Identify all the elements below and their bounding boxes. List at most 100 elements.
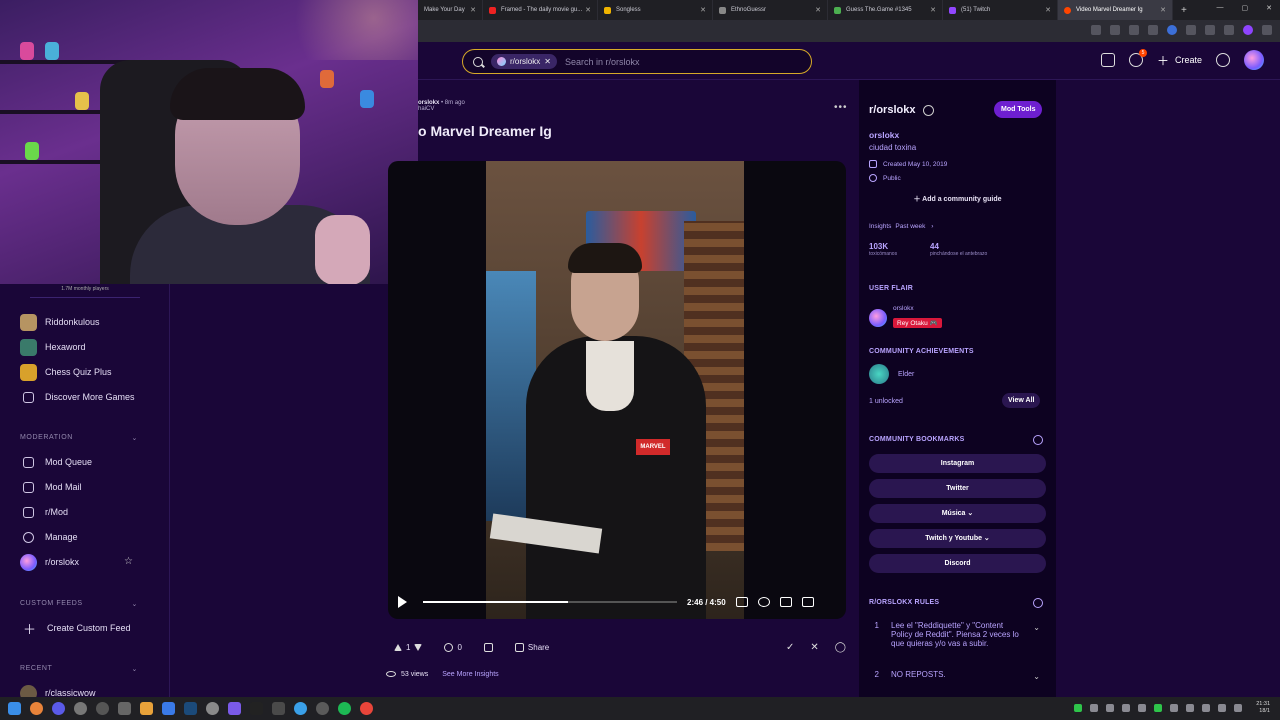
puzzle-icon[interactable]: [1186, 25, 1196, 35]
favorite-star-icon[interactable]: ☆: [124, 556, 133, 567]
tray-icon[interactable]: [1202, 704, 1211, 712]
maximize-button[interactable]: ▢: [1242, 4, 1249, 12]
tray-icon[interactable]: [1074, 704, 1083, 712]
app-icon[interactable]: [294, 702, 307, 715]
fullscreen-icon[interactable]: [779, 597, 792, 607]
spotify-icon[interactable]: [338, 702, 351, 715]
create-button[interactable]: ＋ Create: [1157, 52, 1202, 69]
wifi-icon[interactable]: [1218, 704, 1227, 712]
system-clock[interactable]: 21:31 18/1: [1256, 701, 1270, 715]
rule-item[interactable]: 1 Lee el "Reddiquette" y "Content Policy…: [869, 621, 1046, 648]
comments-button[interactable]: 0: [438, 639, 467, 656]
tab-make-your-day[interactable]: Make Your Day ✕: [418, 0, 483, 20]
bookmark-musica[interactable]: Música ⌄: [869, 504, 1046, 523]
new-tab-button[interactable]: +: [1181, 5, 1187, 16]
zoom-icon[interactable]: [1110, 25, 1120, 35]
chrome-icon[interactable]: [360, 702, 373, 715]
tab-reddit-video[interactable]: Video Marvel Dreamer Ig ✕: [1058, 0, 1173, 20]
advertise-icon[interactable]: [1100, 53, 1115, 67]
app-icon[interactable]: [272, 702, 285, 715]
chat-icon[interactable]: 5: [1128, 49, 1147, 67]
community-name[interactable]: r/orslokx: [869, 104, 915, 116]
app-icon[interactable]: [96, 702, 109, 715]
see-more-insights-link[interactable]: See More Insights: [442, 671, 498, 678]
sidebar-item-chess-quiz-plus[interactable]: Chess Quiz Plus: [20, 362, 112, 382]
remove-x-icon[interactable]: ✕: [810, 642, 818, 653]
tab-songless[interactable]: Songless ✕: [598, 0, 713, 20]
captions-icon[interactable]: [735, 597, 748, 607]
sidebar-item-hexaword[interactable]: Hexaword: [20, 337, 86, 357]
approve-check-icon[interactable]: ✓: [786, 642, 794, 653]
subreddit-chip[interactable]: r/orslokx ✕: [491, 54, 557, 69]
tray-icon[interactable]: [1106, 704, 1115, 712]
user-avatar[interactable]: [1244, 50, 1264, 70]
rule-item[interactable]: 2 NO REPOSTS. ⌄: [869, 670, 1046, 681]
tray-icon[interactable]: [1154, 704, 1163, 712]
more-options-icon[interactable]: •••: [834, 102, 848, 113]
close-window-button[interactable]: ✕: [1266, 4, 1272, 12]
clear-chip-icon[interactable]: ✕: [544, 57, 551, 66]
community-settings-icon[interactable]: [923, 104, 935, 116]
menu-icon[interactable]: [1262, 25, 1272, 35]
view-all-button[interactable]: View All: [1002, 393, 1041, 408]
search-input[interactable]: Search in r/orslokx: [565, 57, 640, 67]
user-flair[interactable]: orslokx Rey Otaku 🎮: [869, 305, 942, 330]
app-icon[interactable]: [118, 702, 131, 715]
minimize-button[interactable]: —: [1217, 4, 1224, 12]
volume-icon[interactable]: [801, 597, 814, 607]
moderation-section-header[interactable]: MODERATION ⌄: [20, 434, 138, 442]
tray-icon[interactable]: [1122, 704, 1131, 712]
sidebar-icon[interactable]: [1205, 25, 1215, 35]
upvote-icon[interactable]: [394, 643, 402, 651]
bookmark-star-icon[interactable]: [1129, 25, 1139, 35]
create-custom-feed-button[interactable]: ＋ Create Custom Feed: [20, 618, 131, 638]
insights-header[interactable]: Insights Past week ›: [869, 223, 933, 230]
sidebar-item-riddonkulous[interactable]: Riddonkulous: [20, 312, 100, 332]
add-community-guide-button[interactable]: ＋ Add a community guide: [869, 194, 1046, 204]
tab-twitch[interactable]: (51) Twitch ✕: [943, 0, 1058, 20]
extension-blue-icon[interactable]: [1167, 25, 1177, 35]
award-button[interactable]: [478, 639, 499, 656]
extension-icon[interactable]: [1148, 25, 1158, 35]
tiktok-icon[interactable]: [250, 702, 263, 715]
app-icon[interactable]: [52, 702, 65, 715]
discord-icon[interactable]: [228, 702, 241, 715]
recent-section-header[interactable]: RECENT ⌄: [20, 665, 138, 673]
windows-start-icon[interactable]: [8, 702, 21, 715]
shield-icon[interactable]: ◯: [835, 642, 846, 653]
tab-framed[interactable]: Framed - The daily movie gu... ✕: [483, 0, 598, 20]
sidebar-item-r-orslokx[interactable]: r/orslokx: [20, 552, 79, 572]
mod-tools-button[interactable]: Mod Tools: [994, 101, 1043, 118]
app-icon[interactable]: [206, 702, 219, 715]
sidebar-item-discover-games[interactable]: Discover More Games: [20, 387, 135, 407]
bookmark-twitch-youtube[interactable]: Twitch y Youtube ⌄: [869, 529, 1046, 548]
play-icon[interactable]: [398, 596, 407, 608]
cast-icon[interactable]: [1091, 25, 1101, 35]
app-icon[interactable]: [316, 702, 329, 715]
profile-icon[interactable]: [1243, 25, 1253, 35]
sidebar-item-mod-mail[interactable]: Mod Mail: [20, 477, 82, 497]
close-icon[interactable]: ✕: [700, 6, 706, 14]
app-icon[interactable]: [162, 702, 175, 715]
search-bar[interactable]: r/orslokx ✕ Search in r/orslokx: [462, 49, 812, 74]
search-icon[interactable]: [30, 702, 43, 715]
volume-icon[interactable]: [1234, 704, 1243, 712]
close-icon[interactable]: ✕: [585, 6, 591, 14]
steam-icon[interactable]: [184, 702, 197, 715]
tray-icon[interactable]: [1138, 704, 1147, 712]
tray-icon[interactable]: [1170, 704, 1179, 712]
sidebar-item-manage[interactable]: Manage: [20, 527, 78, 547]
bookmark-twitter[interactable]: Twitter: [869, 479, 1046, 498]
edit-pencil-icon[interactable]: [1033, 598, 1043, 608]
close-icon[interactable]: ✕: [470, 6, 476, 14]
close-icon[interactable]: ✕: [1160, 6, 1166, 14]
achievement-elder[interactable]: Elder: [869, 364, 914, 384]
close-icon[interactable]: ✕: [815, 6, 821, 14]
sidebar-item-r-mod[interactable]: r/Mod: [20, 502, 68, 522]
bookmark-discord[interactable]: Discord: [869, 554, 1046, 573]
tray-icon[interactable]: [1090, 704, 1099, 712]
settings-gear-icon[interactable]: [757, 597, 770, 607]
app-icon[interactable]: [140, 702, 153, 715]
tray-icon[interactable]: [1186, 704, 1195, 712]
custom-feeds-section-header[interactable]: CUSTOM FEEDS ⌄: [20, 600, 138, 608]
